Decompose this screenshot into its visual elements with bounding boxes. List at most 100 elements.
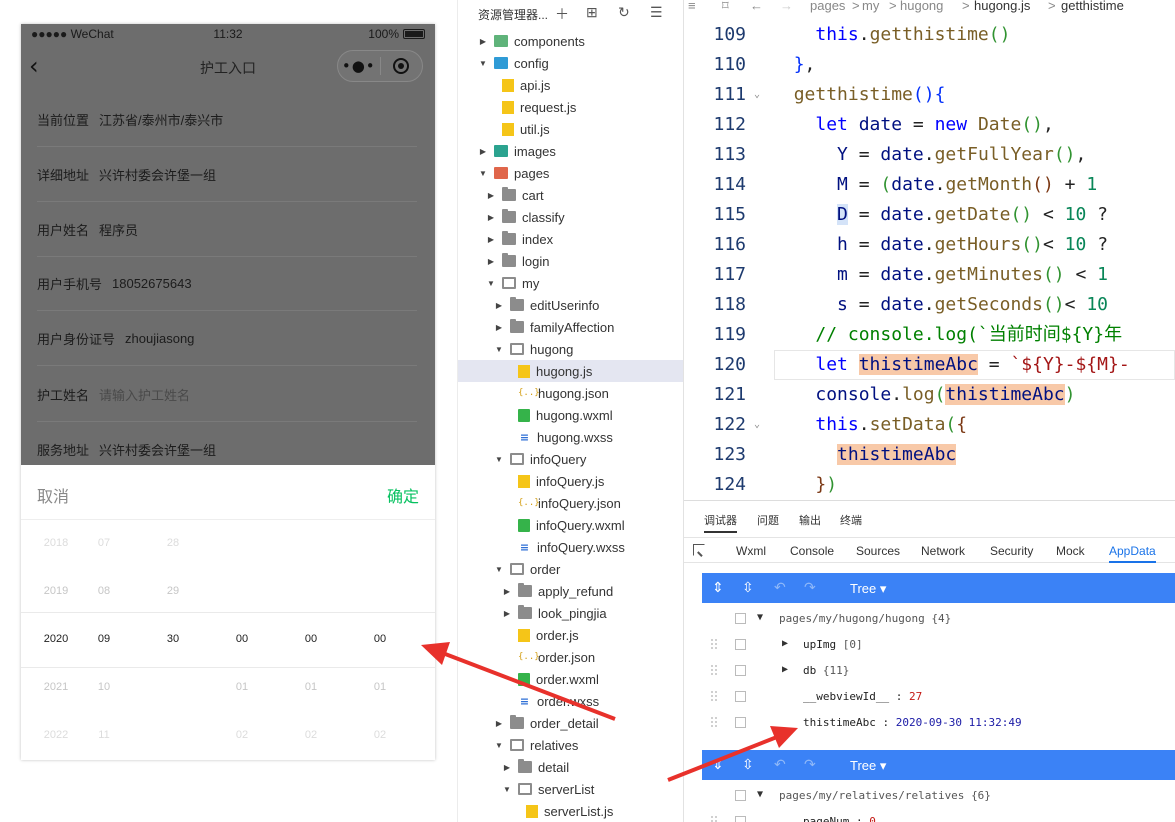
tree-item[interactable]: ▶ look_pingjia xyxy=(458,602,683,624)
picker-cancel-button[interactable]: 取消 xyxy=(37,483,69,507)
tree-item[interactable]: {..} hugong.json xyxy=(458,382,683,404)
breadcrumb-item[interactable]: my xyxy=(862,0,879,13)
redo-icon[interactable]: ↷ xyxy=(804,579,816,596)
appdata-value[interactable]: 27 xyxy=(909,690,922,703)
target-close-icon[interactable] xyxy=(381,58,423,74)
code-editor[interactable]: ≡ ⌑ ← → pages > my > hugong > hugong.js > getthistim… xyxy=(684,0,1175,500)
more-dots-icon[interactable]: •●• xyxy=(338,57,380,75)
drag-handle-icon[interactable] xyxy=(710,638,718,650)
form-row[interactable]: 护工姓名 请输入护工姓名 xyxy=(37,367,417,422)
code-line[interactable]: 120 let thistimeAbc = `${Y}-${M}- xyxy=(684,350,1175,380)
tree-item[interactable]: ▶ editUserinfo xyxy=(458,294,683,316)
code-line[interactable]: 111 ⌄ getthistime(){ xyxy=(684,80,1175,110)
new-file-icon[interactable]: ＋ xyxy=(555,4,569,24)
drag-handle-icon[interactable] xyxy=(710,815,718,822)
code-line[interactable]: 115 D = date.getDate() < 10 ? xyxy=(684,200,1175,230)
collapse-all-icon[interactable]: ⇳ xyxy=(742,756,754,773)
tree-item[interactable]: api.js xyxy=(458,74,683,96)
row-checkbox[interactable] xyxy=(735,790,746,801)
drag-handle-icon[interactable] xyxy=(710,664,718,676)
tree-item[interactable]: ▼ serverList xyxy=(458,778,683,800)
tree-item[interactable]: hugong.wxml xyxy=(458,404,683,426)
tree-item[interactable]: request.js xyxy=(458,96,683,118)
appdata-row[interactable]: ▶ upImg [0] xyxy=(702,632,1175,658)
tree-item[interactable]: hugong.js xyxy=(458,360,683,382)
breadcrumb-item[interactable]: hugong xyxy=(900,0,943,13)
debugger-tab[interactable]: 调试器 xyxy=(704,512,737,533)
tree-item[interactable]: ▼ order xyxy=(458,558,683,580)
tree-item[interactable]: ▶ detail xyxy=(458,756,683,778)
collapse-all-icon[interactable]: ⇳ xyxy=(742,579,754,596)
tree-item[interactable]: infoQuery.js xyxy=(458,470,683,492)
form-row[interactable]: 当前位置 江苏省/泰州市/泰兴市 xyxy=(37,92,417,147)
fold-chevron-icon[interactable]: ⌄ xyxy=(754,410,760,440)
appdata-page-row[interactable]: ▼ pages/my/relatives/relatives {6} xyxy=(702,783,1175,809)
code-line[interactable]: 117 m = date.getMinutes() < 1 xyxy=(684,260,1175,290)
row-checkbox[interactable] xyxy=(735,665,746,676)
devtools-tab[interactable]: AppData xyxy=(1109,544,1156,563)
expanded-triangle-icon[interactable]: ▼ xyxy=(757,612,763,623)
appdata-page-row[interactable]: ▼ pages/my/hugong/hugong {4} xyxy=(702,606,1175,632)
tree-item[interactable]: order.js xyxy=(458,624,683,646)
code-line[interactable]: 109 this.getthistime() xyxy=(684,20,1175,50)
code-line[interactable]: 110 }, xyxy=(684,50,1175,80)
tree-item[interactable]: ▶ order_detail xyxy=(458,712,683,734)
code-line[interactable]: 114 M = (date.getMonth() + 1 xyxy=(684,170,1175,200)
code-line[interactable]: 124 }) xyxy=(684,470,1175,500)
devtools-tab[interactable]: Network xyxy=(921,544,965,558)
appdata-row[interactable]: pageNum : 0 xyxy=(702,809,1175,822)
tree-item[interactable]: ≡ order.wxss xyxy=(458,690,683,712)
tree-item[interactable]: ≡ hugong.wxss xyxy=(458,426,683,448)
code-line[interactable]: 113 Y = date.getFullYear(), xyxy=(684,140,1175,170)
debugger-tab[interactable]: 输出 xyxy=(799,512,821,528)
tree-item[interactable]: ≡ infoQuery.wxss xyxy=(458,536,683,558)
breadcrumb-item[interactable]: pages xyxy=(810,0,845,13)
row-checkbox[interactable] xyxy=(735,691,746,702)
tree-item[interactable]: ▶ classify xyxy=(458,206,683,228)
form-row[interactable]: 用户手机号 18052675643 xyxy=(37,256,417,311)
appdata-row[interactable]: __webviewId__ : 27 xyxy=(702,684,1175,710)
devtools-tab[interactable]: Mock xyxy=(1056,544,1085,558)
drag-handle-icon[interactable] xyxy=(710,690,718,702)
tree-item[interactable]: {..} infoQuery.json xyxy=(458,492,683,514)
undo-icon[interactable]: ↶ xyxy=(774,579,786,596)
expand-all-icon[interactable]: ⇕ xyxy=(712,756,724,773)
breadcrumb-item[interactable]: getthistime xyxy=(1061,0,1124,13)
tree-item[interactable]: ▶ index xyxy=(458,228,683,250)
inspect-cursor-icon[interactable] xyxy=(693,544,705,556)
tree-item[interactable]: order.wxml xyxy=(458,668,683,690)
undo-icon[interactable]: ↶ xyxy=(774,756,786,773)
appdata-value[interactable]: 0 xyxy=(869,815,876,822)
form-row[interactable]: 详细地址 兴许村委会许堡一组 xyxy=(37,147,417,202)
row-checkbox[interactable] xyxy=(735,717,746,728)
code-line[interactable]: 123 thistimeAbc xyxy=(684,440,1175,470)
tree-item[interactable]: ▶ cart xyxy=(458,184,683,206)
code-line[interactable]: 119 // console.log(`当前时间${Y}年 xyxy=(684,320,1175,350)
tree-item[interactable]: {..} order.json xyxy=(458,646,683,668)
tree-mode-dropdown[interactable]: Tree ▾ xyxy=(850,581,886,597)
fold-chevron-icon[interactable]: ⌄ xyxy=(754,80,760,110)
form-row[interactable]: 用户姓名 程序员 xyxy=(37,202,417,257)
debugger-tab[interactable]: 终端 xyxy=(840,512,862,528)
code-line[interactable]: 112 let date = new Date(), xyxy=(684,110,1175,140)
tree-item[interactable]: serverList.js xyxy=(458,800,683,822)
tree-item[interactable]: ▼ relatives xyxy=(458,734,683,756)
collapsed-triangle-icon[interactable]: ▶ xyxy=(782,638,788,649)
tree-item[interactable]: ▼ my xyxy=(458,272,683,294)
appdata-row[interactable]: thistimeAbc : 2020-09-30 11:32:49 xyxy=(702,710,1175,736)
appdata-row[interactable]: ▶ db {11} xyxy=(702,658,1175,684)
row-checkbox[interactable] xyxy=(735,816,746,822)
breadcrumb-item[interactable]: hugong.js xyxy=(974,0,1030,13)
collapse-icon[interactable]: ☰ xyxy=(650,4,663,21)
debugger-tab[interactable]: 问题 xyxy=(757,512,779,528)
row-checkbox[interactable] xyxy=(735,613,746,624)
tree-item[interactable]: ▶ components xyxy=(458,30,683,52)
bookmark-icon[interactable]: ⌑ xyxy=(722,0,729,14)
devtools-tab[interactable]: Wxml xyxy=(736,544,766,558)
form-input-placeholder[interactable]: 请输入护工姓名 xyxy=(99,385,190,404)
refresh-icon[interactable]: ↻ xyxy=(618,4,630,21)
nav-forward-icon[interactable]: → xyxy=(780,0,793,13)
tree-item[interactable]: util.js xyxy=(458,118,683,140)
devtools-tab[interactable]: Security xyxy=(990,544,1033,558)
tree-item[interactable]: ▼ pages xyxy=(458,162,683,184)
